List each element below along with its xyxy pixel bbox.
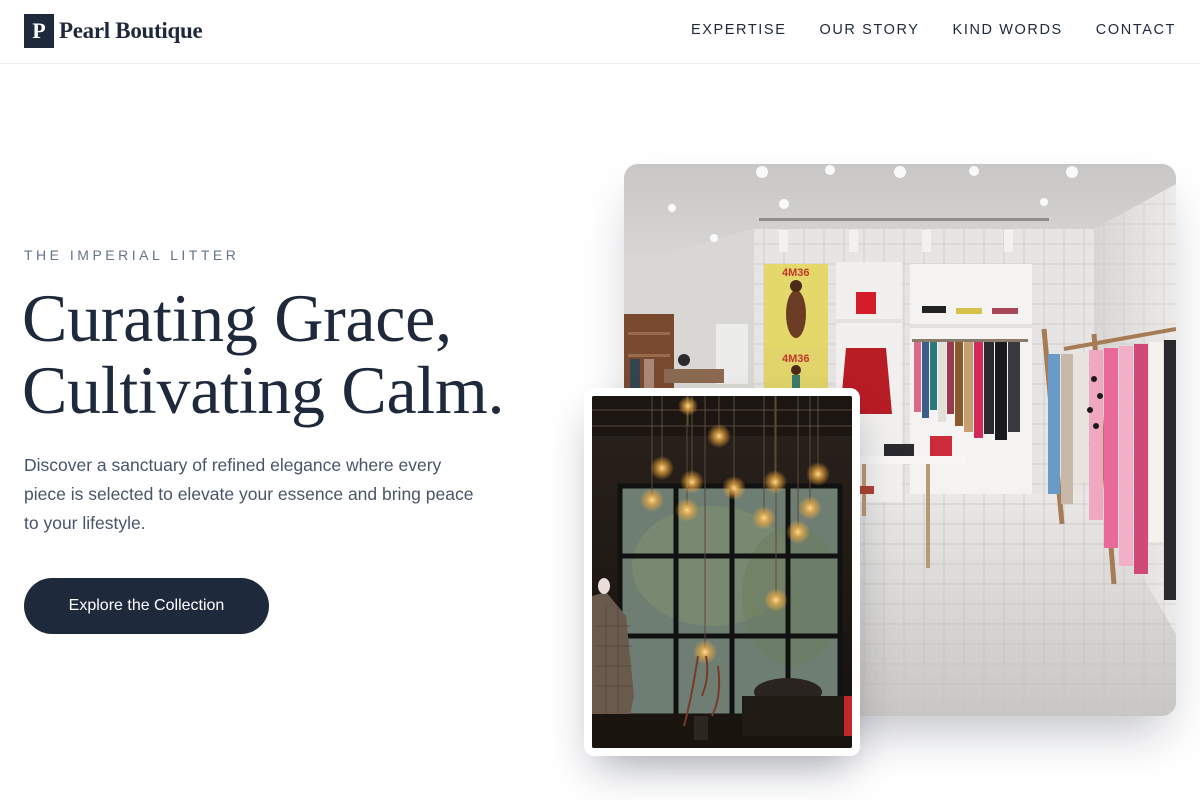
logo-mark: P	[24, 14, 54, 48]
brand-logo[interactable]: P Pearl Boutique	[24, 14, 203, 48]
main-nav: EXPERTISE OUR STORY KIND WORDS CONTACT	[691, 22, 1176, 38]
nav-link-expertise[interactable]: EXPERTISE	[691, 22, 787, 38]
hero-eyebrow: THE IMPERIAL LITTER	[24, 247, 240, 263]
poster-text-2: 4M36	[782, 353, 810, 365]
pendant-lights-illustration	[592, 396, 852, 748]
poster-text-1: 4M36	[782, 267, 810, 279]
hero-description: Discover a sanctuary of refined elegance…	[24, 455, 474, 533]
headline-line-2: Cultivating Calm.	[22, 352, 505, 428]
site-header: P Pearl Boutique EXPERTISE OUR STORY KIN…	[0, 0, 1200, 64]
nav-link-our-story[interactable]: OUR STORY	[819, 22, 919, 38]
explore-collection-button[interactable]: Explore the Collection	[24, 578, 269, 634]
nav-link-kind-words[interactable]: KIND WORDS	[953, 22, 1063, 38]
brand-name: Pearl Boutique	[59, 18, 203, 43]
headline-line-1: Curating Grace,	[22, 280, 452, 356]
hero-headline: Curating Grace, Cultivating Calm.	[22, 282, 582, 426]
pendant-lights-image	[584, 388, 860, 756]
nav-link-contact[interactable]: CONTACT	[1096, 22, 1176, 38]
